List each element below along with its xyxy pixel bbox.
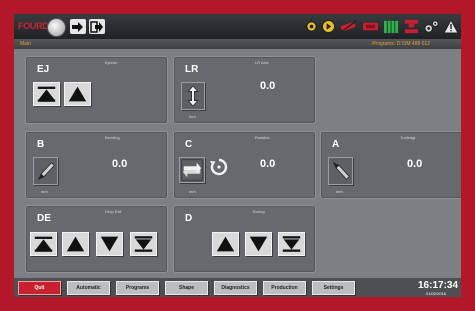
panel-b: B Bending mm 0.0 xyxy=(25,131,168,199)
panel-b-title: B xyxy=(37,139,45,150)
panel-d-subtitle: Boring xyxy=(253,209,265,214)
panel-c: C Rotation mm 0.0 xyxy=(173,131,316,199)
panel-c-title: C xyxy=(185,139,193,150)
d-extend-button[interactable] xyxy=(278,232,305,256)
tab-production[interactable]: Production xyxy=(263,281,306,295)
warning-icon[interactable] xyxy=(442,18,460,35)
panel-lr: LR LR Axis mm 0.0 xyxy=(173,56,316,124)
panel-lr-unit: mm xyxy=(189,114,196,119)
panel-de-title: DE xyxy=(37,213,51,224)
ej-up-button[interactable] xyxy=(64,82,91,106)
panel-lr-subtitle: LR Axis xyxy=(255,60,269,65)
panel-a-value: 0.0 xyxy=(407,158,423,170)
ej-retract-button[interactable] xyxy=(33,82,60,106)
lr-move-button[interactable] xyxy=(181,82,205,110)
panel-lr-value: 0.0 xyxy=(260,80,276,92)
press-icon[interactable] xyxy=(402,18,420,35)
mode-knob-icon[interactable] xyxy=(47,18,66,37)
panel-ej: EJ Ejector xyxy=(25,56,168,124)
a-pen-button[interactable] xyxy=(328,157,353,185)
panel-a-title: A xyxy=(332,139,340,150)
b-pen-button[interactable] xyxy=(33,157,58,185)
panel-a-subtitle: Trailedgt xyxy=(400,135,416,140)
tab-diagnostics[interactable]: Diagnostics xyxy=(214,281,257,295)
panel-a-unit: mm xyxy=(336,189,343,194)
panel-c-value: 0.0 xyxy=(260,158,276,170)
clock-date: 01/02/2016 xyxy=(426,291,447,296)
de-down-button[interactable] xyxy=(96,232,123,256)
de-extend-button[interactable] xyxy=(130,232,157,256)
hmi-screen: FOURDO Main Programs: D:\SM 488 012 EJ E… xyxy=(14,14,461,297)
c-rotate-button[interactable] xyxy=(179,157,205,183)
gears-icon[interactable] xyxy=(421,18,441,35)
panel-d-title: D xyxy=(185,213,193,224)
panel-a: A Trailedgt mm 0.0 xyxy=(320,131,461,199)
logout-icon[interactable] xyxy=(89,19,105,34)
tab-automatic[interactable]: Automatic xyxy=(67,281,110,295)
panel-de-subtitle: Drop Exit xyxy=(105,209,122,214)
panel-b-unit: mm xyxy=(41,189,48,194)
panel-c-unit: mm xyxy=(189,189,196,194)
de-retract-button[interactable] xyxy=(30,232,57,256)
tab-quit[interactable]: Quit xyxy=(18,281,61,295)
no-edit-icon[interactable] xyxy=(338,18,358,35)
panel-d: D Boring xyxy=(173,205,316,273)
panel-ej-title: EJ xyxy=(37,64,50,75)
clock-time: 16:17:34 xyxy=(418,280,459,291)
d-up-button[interactable] xyxy=(212,232,239,256)
tab-programs[interactable]: Programs xyxy=(116,281,159,295)
de-up-button[interactable] xyxy=(62,232,89,256)
panel-b-value: 0.0 xyxy=(112,158,128,170)
panel-c-subtitle: Rotation xyxy=(255,135,270,140)
gear-icon[interactable] xyxy=(303,18,319,35)
panel-de: DE Drop Exit xyxy=(25,205,168,273)
d-down-button[interactable] xyxy=(245,232,272,256)
login-icon[interactable] xyxy=(70,19,86,34)
panel-lr-title: LR xyxy=(185,64,199,75)
status-left: Main xyxy=(20,41,31,47)
tool-icon[interactable] xyxy=(360,18,380,35)
bottom-nav: Quit Automatic Programs Shape Diagnostic… xyxy=(14,278,461,297)
panel-ej-subtitle: Ejector xyxy=(105,60,118,65)
tab-settings[interactable]: Settings xyxy=(312,281,355,295)
play-icon[interactable] xyxy=(320,18,336,35)
tab-shape[interactable]: Shape xyxy=(165,281,208,295)
c-reset-rotation-icon[interactable] xyxy=(209,157,229,177)
status-program: Programs: D:\SM 488 012 xyxy=(372,41,430,47)
bars-icon[interactable] xyxy=(382,18,400,35)
top-toolbar: FOURDO xyxy=(14,14,461,39)
status-bar: Main Programs: D:\SM 488 012 xyxy=(14,39,461,49)
panel-b-subtitle: Bending xyxy=(105,135,120,140)
